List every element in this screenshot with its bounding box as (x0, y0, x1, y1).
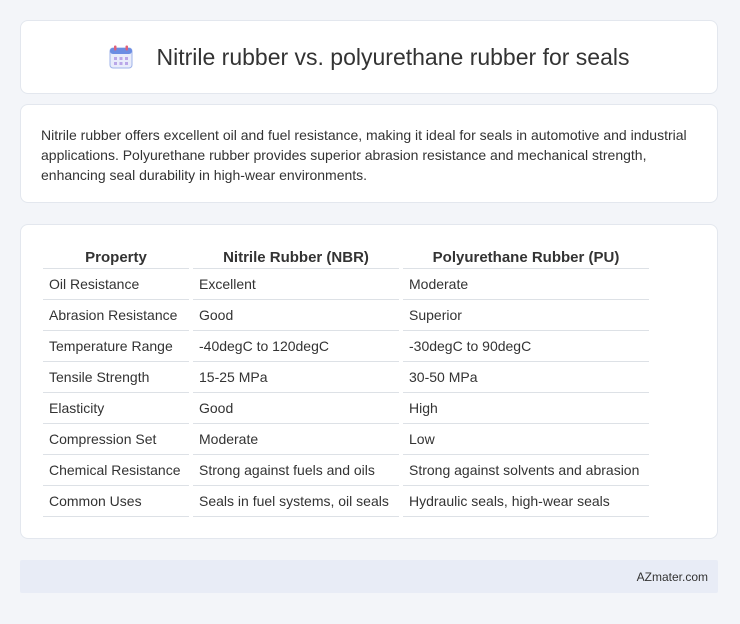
page-title: Nitrile rubber vs. polyurethane rubber f… (108, 43, 630, 71)
cell-property: Temperature Range (43, 331, 189, 362)
footer: AZmater.com (20, 560, 718, 593)
cell-pu: Hydraulic seals, high-wear seals (403, 486, 649, 517)
cell-property: Abrasion Resistance (43, 300, 189, 331)
header-nbr: Nitrile Rubber (NBR) (193, 243, 399, 269)
table-row: Temperature Range -40degC to 120degC -30… (43, 331, 649, 362)
cell-property: Tensile Strength (43, 362, 189, 393)
title-card: Nitrile rubber vs. polyurethane rubber f… (20, 20, 718, 94)
cell-property: Oil Resistance (43, 269, 189, 300)
cell-nbr: Good (193, 393, 399, 424)
table-row: Abrasion Resistance Good Superior (43, 300, 649, 331)
cell-nbr: 15-25 MPa (193, 362, 399, 393)
table-row: Elasticity Good High (43, 393, 649, 424)
cell-property: Elasticity (43, 393, 189, 424)
table-row: Oil Resistance Excellent Moderate (43, 269, 649, 300)
cell-property: Compression Set (43, 424, 189, 455)
page-title-text: Nitrile rubber vs. polyurethane rubber f… (156, 43, 630, 70)
cell-property: Common Uses (43, 486, 189, 517)
cell-pu: 30-50 MPa (403, 362, 649, 393)
cell-nbr: Strong against fuels and oils (193, 455, 399, 486)
cell-nbr: Seals in fuel systems, oil seals (193, 486, 399, 517)
comparison-table-card: Property Nitrile Rubber (NBR) Polyuretha… (20, 224, 718, 539)
header-property: Property (43, 243, 189, 269)
table-row: Compression Set Moderate Low (43, 424, 649, 455)
cell-nbr: Excellent (193, 269, 399, 300)
header-pu: Polyurethane Rubber (PU) (403, 243, 649, 269)
table-row: Chemical Resistance Strong against fuels… (43, 455, 649, 486)
cell-pu: Superior (403, 300, 649, 331)
cell-pu: Moderate (403, 269, 649, 300)
description-text: Nitrile rubber offers excellent oil and … (41, 127, 687, 183)
cell-nbr: -40degC to 120degC (193, 331, 399, 362)
cell-nbr: Moderate (193, 424, 399, 455)
footer-site-link[interactable]: AZmater.com (637, 570, 708, 584)
cell-pu: Low (403, 424, 649, 455)
cell-pu: -30degC to 90degC (403, 331, 649, 362)
comparison-table: Property Nitrile Rubber (NBR) Polyuretha… (39, 243, 653, 517)
table-row: Common Uses Seals in fuel systems, oil s… (43, 486, 649, 517)
cell-pu: High (403, 393, 649, 424)
calendar-icon (108, 44, 134, 70)
table-header-row: Property Nitrile Rubber (NBR) Polyuretha… (43, 243, 649, 269)
cell-pu: Strong against solvents and abrasion (403, 455, 649, 486)
cell-property: Chemical Resistance (43, 455, 189, 486)
table-row: Tensile Strength 15-25 MPa 30-50 MPa (43, 362, 649, 393)
description-card: Nitrile rubber offers excellent oil and … (20, 104, 718, 203)
cell-nbr: Good (193, 300, 399, 331)
